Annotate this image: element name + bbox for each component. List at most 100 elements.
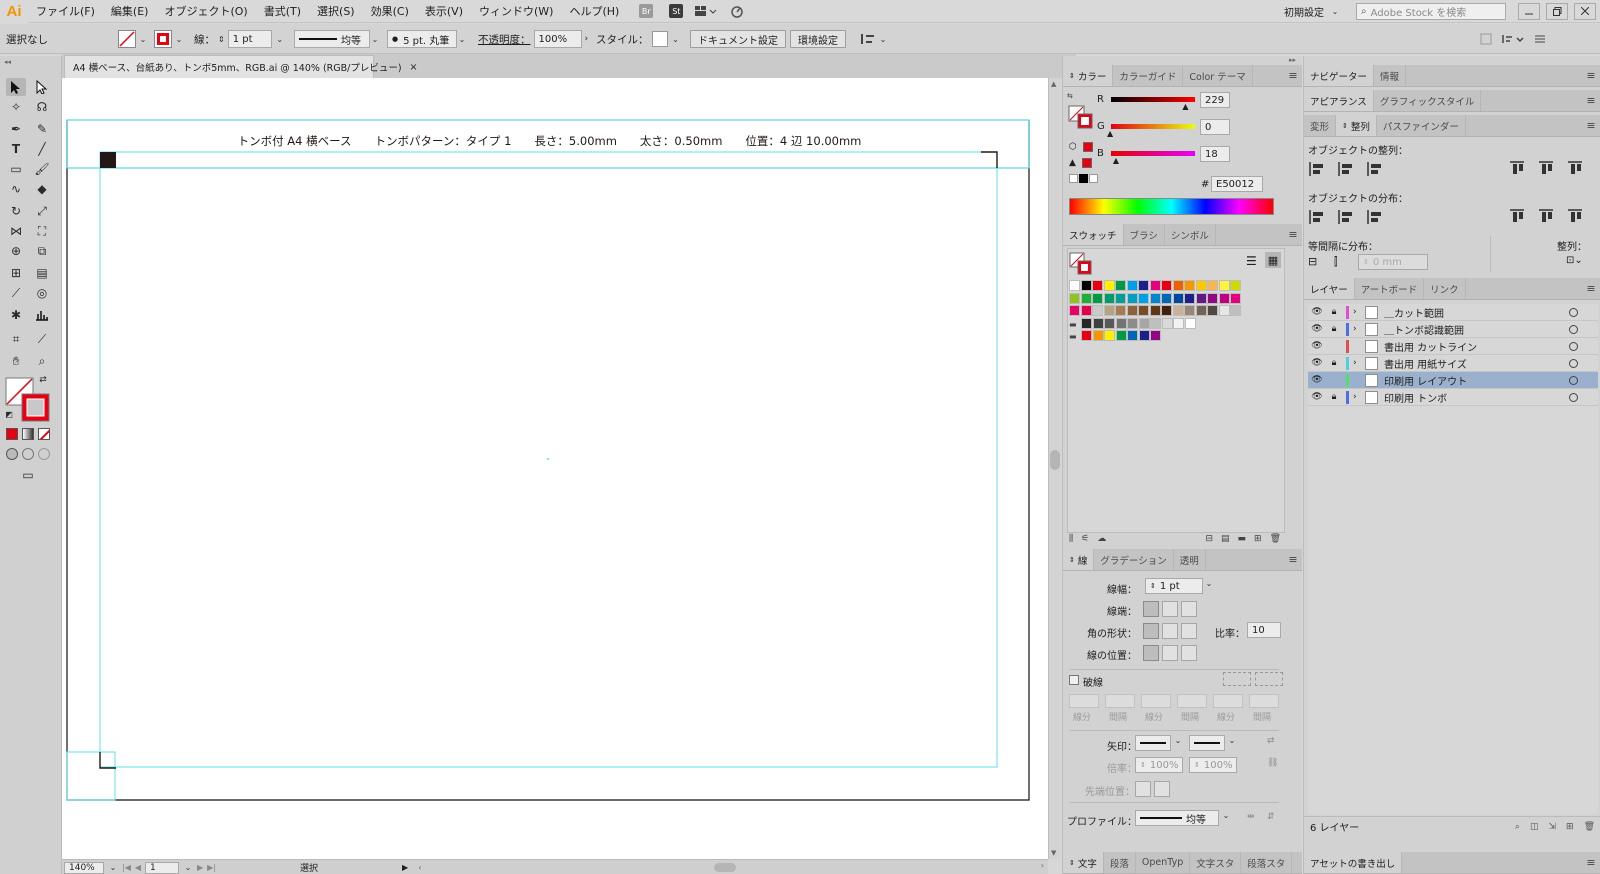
isolate-icon[interactable] [1480,33,1492,45]
swatch[interactable] [1207,292,1218,304]
paintbrush-tool-icon[interactable]: 🖌︎ [32,160,52,178]
new-swatch-icon[interactable]: ⊞ [1254,534,1262,544]
lock-icon[interactable]: 🔒︎ [1326,358,1342,368]
layer-row[interactable]: 👁︎ 🔒︎ › ＿カット範囲 [1308,304,1598,321]
swatch[interactable] [1218,305,1230,316]
swatch[interactable] [1092,330,1104,341]
arrow-scale-start[interactable]: ⇕ 100% [1135,757,1183,773]
g-slider[interactable] [1111,124,1195,129]
swatch[interactable] [1115,330,1127,341]
mesh-tool-icon[interactable]: ⊞ [6,264,26,282]
layer-row[interactable]: 👁︎ 🔒︎ › 書出用 用紙サイズ [1308,355,1598,372]
document-tab[interactable]: A4 横ベース、台紙あり、トンボ5mm、RGB.ai @ 140% (RGB/プ… [64,55,418,78]
eyedropper-tool-icon[interactable]: ⟋ [6,284,26,302]
dashed-checkbox[interactable] [1069,675,1079,685]
scroll-thumb[interactable] [1050,450,1060,470]
g-input[interactable]: 0 [1200,119,1230,135]
swatch[interactable] [1103,305,1115,316]
menu-item-3[interactable]: 書式(T) [256,3,309,19]
menu-item-4[interactable]: 選択(S) [309,3,363,19]
tab-symbols[interactable]: シンボル [1165,224,1216,245]
round-join-icon[interactable] [1162,623,1178,639]
panel-menu-icon[interactable]: ≡ [1284,65,1302,86]
swatch[interactable] [1161,292,1172,304]
layer-row[interactable]: 👁︎ 🔒︎ › 印刷用 トンボ [1308,389,1598,406]
tab-info[interactable]: 情報 [1374,65,1407,86]
target-circle-icon[interactable] [1569,324,1578,334]
limit-input[interactable]: 10 [1247,622,1281,638]
visibility-eye-icon[interactable]: 👁︎ [1308,307,1326,317]
align-left-icon[interactable] [1308,160,1326,178]
swatch[interactable] [1149,305,1161,316]
scale-tool-icon[interactable]: ⤢ [32,202,52,220]
swatch[interactable] [1115,317,1127,329]
gpu-performance-icon[interactable] [729,4,745,18]
chevron-down-icon[interactable]: ⌄ [370,35,380,44]
delete-swatch-icon[interactable]: 🗑︎ [1270,534,1281,544]
tab-color[interactable]: ⇕ カラー [1063,65,1114,86]
swap-fill-stroke-icon[interactable]: ⇄ [36,374,50,386]
chevron-down-icon[interactable]: ⌄ [138,35,148,44]
lock-icon[interactable]: 🔒︎ [1326,324,1342,334]
swatch[interactable] [1195,280,1207,291]
bridge-icon[interactable]: Br [639,4,654,18]
swatch[interactable] [1080,292,1092,304]
blend-tool-icon[interactable]: ◎ [32,284,52,302]
close-button[interactable] [1574,2,1596,20]
horizontal-distribute-space-icon[interactable]: ⫿ [1334,255,1350,269]
align-to-selection-icon[interactable]: ⊡⌄ [1566,255,1583,266]
expand-layer-icon[interactable]: › [1353,324,1365,334]
swatch[interactable] [1161,317,1173,329]
swatch[interactable] [1138,330,1150,341]
align-center-icon[interactable] [1143,645,1159,661]
tab-gradient[interactable]: グラデーション [1094,549,1174,570]
swatch[interactable] [1126,292,1138,304]
swatch[interactable] [1138,292,1149,304]
swatch[interactable] [1081,317,1092,329]
collapse-dock-icon[interactable]: ▸▸ [1289,56,1296,64]
dash-field[interactable] [1249,694,1279,708]
swatch[interactable] [1081,330,1092,341]
visibility-eye-icon[interactable]: 👁︎ [1308,341,1326,351]
panel-options-icon[interactable] [1502,33,1524,45]
stock-icon[interactable]: St [669,4,684,18]
maximize-button[interactable] [1546,2,1568,20]
direct-selection-tool-icon[interactable] [32,78,52,96]
expand-layer-icon[interactable]: › [1353,358,1365,368]
butt-cap-icon[interactable] [1143,601,1159,617]
align-bottom-icon[interactable] [1566,160,1584,178]
swatch[interactable] [1150,317,1161,329]
scroll-right-icon[interactable]: › [1041,861,1044,870]
distribute-h-center-icon[interactable] [1537,208,1555,226]
line-tool-icon[interactable]: ╱ [32,140,52,158]
end-arrow-select[interactable] [1189,735,1225,751]
swatch[interactable] [1115,292,1126,304]
panel-menu-icon[interactable]: ≡ [1582,90,1600,111]
swatch[interactable] [1172,292,1184,304]
menu-item-0[interactable]: ファイル(F) [28,3,103,19]
tab-pathfinder[interactable]: パスファインダー [1377,115,1466,136]
tab-transparency[interactable]: 透明 [1174,549,1206,570]
bevel-join-icon[interactable] [1181,623,1197,639]
dash-field[interactable] [1069,694,1099,708]
b-slider[interactable] [1111,151,1195,156]
swatch[interactable] [1207,305,1218,316]
color-group-icon[interactable]: ▤ [1221,534,1230,544]
new-group-icon[interactable]: ▬ [1238,534,1247,544]
align-inside-icon[interactable] [1162,645,1178,661]
swatch[interactable] [1161,280,1172,291]
layer-row[interactable]: 👁︎ 書出用 カットライン [1308,338,1598,355]
swatch[interactable] [1092,317,1104,329]
swatch[interactable] [1195,292,1207,304]
tab-transform[interactable]: 変形 [1304,115,1337,136]
swatch[interactable] [1184,280,1195,291]
color-spectrum[interactable] [1069,198,1274,215]
swatch[interactable] [1173,317,1184,329]
align-options-icon[interactable]: ⌄ [860,29,888,49]
scroll-up-icon[interactable]: ▲ [1051,80,1056,88]
dash-field[interactable] [1105,694,1135,708]
swatch[interactable] [1127,330,1138,341]
target-circle-icon[interactable] [1569,341,1578,351]
swatch[interactable] [1092,292,1103,304]
align-right-icon[interactable] [1366,160,1384,178]
